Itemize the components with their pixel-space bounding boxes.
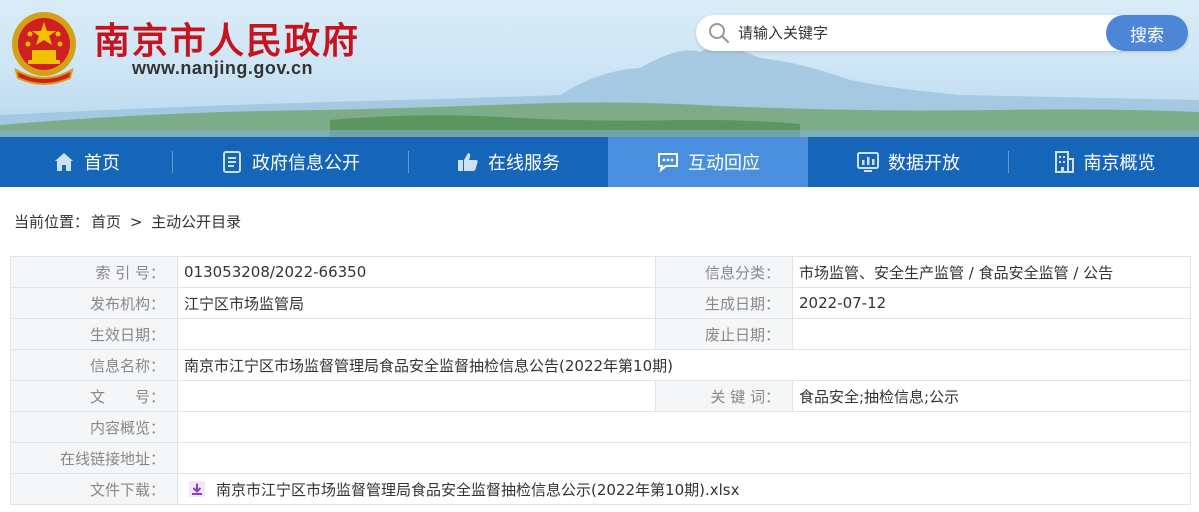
- table-row: 在线链接地址：: [10, 442, 1191, 474]
- nav-divider: [408, 151, 409, 173]
- table-row: 内容概览：: [10, 411, 1191, 443]
- nav-label: 数据开放: [888, 153, 960, 174]
- site-header: 南京市人民政府 www.nanjing.gov.cn 搜索: [0, 0, 1199, 137]
- breadcrumb-home-link[interactable]: 首页: [91, 213, 121, 231]
- created-date-value: 2022-07-12: [792, 287, 1191, 319]
- nav-divider: [1008, 151, 1009, 173]
- home-icon: [55, 153, 73, 171]
- file-download-label: 文件下载：: [10, 473, 178, 505]
- nav-label: 南京概览: [1083, 153, 1156, 174]
- effective-date-label: 生效日期：: [10, 318, 178, 350]
- download-icon[interactable]: [188, 480, 206, 498]
- file-download-cell: 南京市江宁区市场监督管理局食品安全监督抽检信息公示(2022年第10期).xls…: [177, 473, 1191, 505]
- document-icon: [223, 151, 241, 173]
- table-row: 生效日期： 废止日期：: [10, 318, 1191, 350]
- site-title: 南京市人民政府: [94, 21, 361, 62]
- publisher-label: 发布机构：: [10, 287, 178, 319]
- category-value: 市场监管、安全生产监管 / 食品安全监管 / 公告: [792, 256, 1191, 288]
- publisher-value: 江宁区市场监管局: [177, 287, 656, 319]
- building-icon: [1054, 151, 1074, 173]
- file-download-link[interactable]: 南京市江宁区市场监督管理局食品安全监督抽检信息公示(2022年第10期).xls…: [216, 481, 739, 499]
- nav-item-gov-info[interactable]: 政府信息公开: [172, 137, 408, 187]
- online-link-value: [177, 442, 1191, 474]
- doc-number-value: [177, 380, 656, 412]
- info-name-label: 信息名称：: [10, 349, 178, 381]
- online-link-label: 在线链接地址：: [10, 442, 178, 474]
- nav-label: 政府信息公开: [252, 153, 360, 174]
- nav-divider: [172, 151, 173, 173]
- table-row: 发布机构： 江宁区市场监管局 生成日期： 2022-07-12: [10, 287, 1191, 319]
- nav-item-nanjing-overview[interactable]: 南京概览: [1008, 137, 1199, 187]
- index-value: 013053208/2022-66350: [177, 256, 656, 288]
- national-emblem-logo: [12, 12, 76, 85]
- table-row: 文件下载： 南京市江宁区市场监督管理局食品安全监督抽检信息公示(2022年第10…: [10, 473, 1191, 505]
- table-row: 文 号： 关 键 词： 食品安全;抽检信息;公示: [10, 380, 1191, 412]
- site-url: www.nanjing.gov.cn: [132, 58, 314, 78]
- category-label: 信息分类：: [655, 256, 793, 288]
- index-label: 索 引 号：: [10, 256, 178, 288]
- info-table: 索 引 号： 013053208/2022-66350 信息分类： 市场监管、安…: [10, 256, 1191, 505]
- expired-date-label: 废止日期：: [655, 318, 793, 350]
- nav-label: 在线服务: [488, 153, 560, 174]
- search-bar: 搜索: [696, 15, 1188, 51]
- created-date-label: 生成日期：: [655, 287, 793, 319]
- search-icon: [709, 23, 730, 44]
- breadcrumb-current-link[interactable]: 主动公开目录: [151, 213, 241, 231]
- nav-label: 首页: [84, 153, 120, 174]
- thumbs-up-icon: [458, 153, 478, 171]
- breadcrumb: 当前位置： 首页 > 主动公开目录: [14, 211, 241, 232]
- search-input[interactable]: [738, 21, 1098, 45]
- summary-value: [177, 411, 1191, 443]
- info-name-value: 南京市江宁区市场监督管理局食品安全监督抽检信息公告(2022年第10期): [177, 349, 1191, 381]
- summary-label: 内容概览：: [10, 411, 178, 443]
- main-nav: 首页 政府信息公开 在线服务 互动回应 数据开放 南京概览: [0, 137, 1199, 187]
- doc-number-label: 文 号：: [10, 380, 178, 412]
- effective-date-value: [177, 318, 656, 350]
- expired-date-value: [792, 318, 1191, 350]
- bar-chart-icon: [857, 152, 879, 172]
- search-button[interactable]: 搜索: [1106, 15, 1188, 51]
- nav-item-online-service[interactable]: 在线服务: [408, 137, 608, 187]
- chat-bubble-icon: [658, 153, 678, 173]
- nav-label: 互动回应: [688, 153, 760, 174]
- table-row: 信息名称： 南京市江宁区市场监督管理局食品安全监督抽检信息公告(2022年第10…: [10, 349, 1191, 381]
- nav-item-interaction[interactable]: 互动回应: [608, 137, 808, 187]
- keywords-label: 关 键 词：: [655, 380, 793, 412]
- keywords-value: 食品安全;抽检信息;公示: [792, 380, 1191, 412]
- table-row: 索 引 号： 013053208/2022-66350 信息分类： 市场监管、安…: [10, 256, 1191, 288]
- breadcrumb-prefix: 当前位置：: [14, 213, 90, 231]
- nav-item-open-data[interactable]: 数据开放: [808, 137, 1008, 187]
- breadcrumb-separator: >: [129, 213, 143, 231]
- nav-item-home[interactable]: 首页: [0, 137, 172, 187]
